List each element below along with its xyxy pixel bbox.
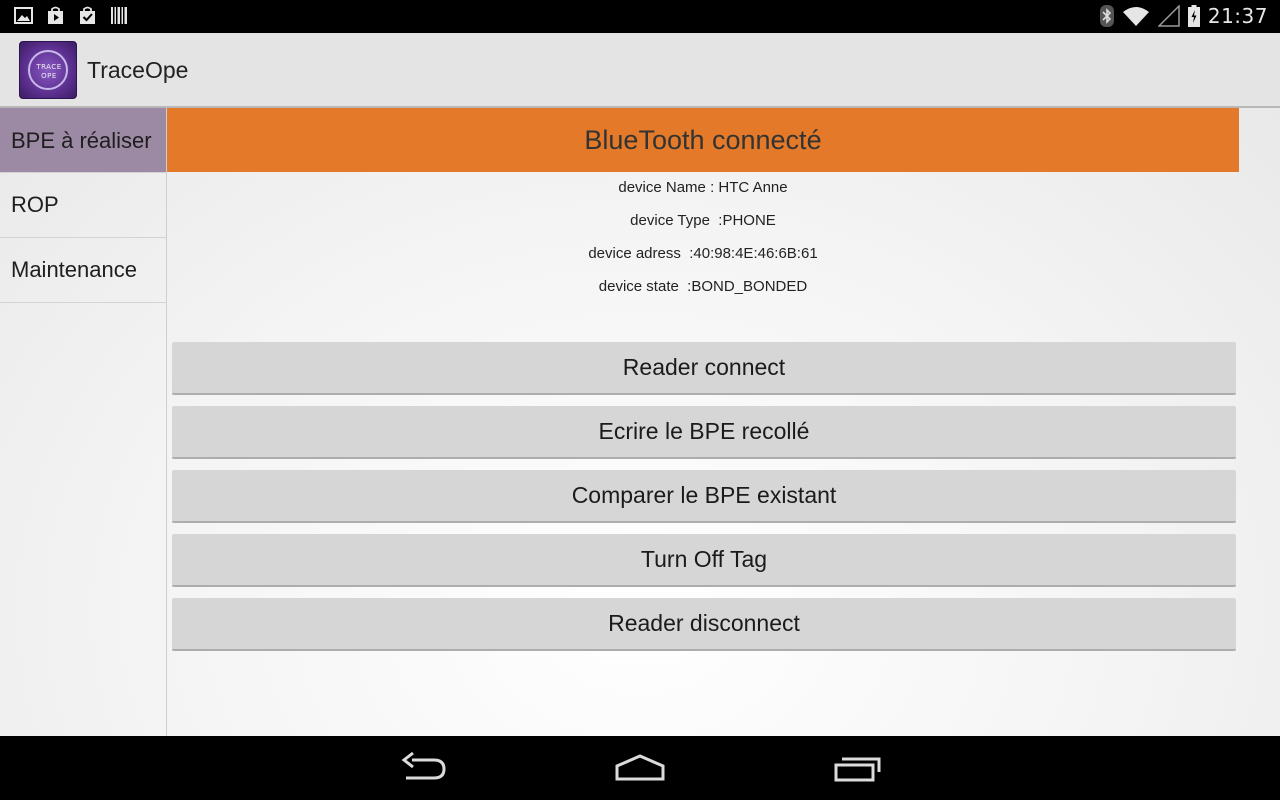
- notification-icons: [14, 6, 129, 25]
- sidebar-item-label: Maintenance: [11, 257, 137, 282]
- device-type-label: device Type: [630, 212, 710, 229]
- device-state-label: device state: [598, 278, 679, 295]
- device-name-line: device Name : HTC Anne: [618, 179, 788, 196]
- device-state-line: device state :BOND_BONDED: [598, 278, 808, 295]
- turn-off-tag-button[interactable]: Turn Off Tag: [172, 534, 1236, 587]
- image-icon: [14, 7, 33, 24]
- reader-disconnect-button[interactable]: Reader disconnect: [172, 598, 1236, 651]
- device-address-label: device adress: [588, 245, 681, 262]
- bluetooth-status-header: BlueTooth connecté: [167, 108, 1239, 172]
- action-bar: TRACE OPE TraceOpe: [0, 33, 1280, 108]
- device-type-line: device Type :PHONE: [630, 212, 776, 229]
- wifi-icon: [1122, 7, 1149, 26]
- status-bar: 21:37: [0, 0, 1280, 33]
- device-address-line: device adress :40:98:4E:46:6B:61: [588, 245, 818, 262]
- compare-bpe-button[interactable]: Comparer le BPE existant: [172, 470, 1236, 523]
- device-name-label: device Name: [618, 179, 706, 196]
- sidebar-item-label: ROP: [11, 192, 59, 217]
- device-address-value: 40:98:4E:46:6B:61: [693, 245, 818, 262]
- device-state-value: BOND_BONDED: [691, 278, 808, 295]
- content-area: BPE à réaliser ROP Maintenance BlueTooth…: [0, 108, 1280, 736]
- status-time: 21:37: [1207, 4, 1268, 28]
- sidebar-item-bpe-a-realiser[interactable]: BPE à réaliser: [0, 108, 166, 173]
- write-bpe-button[interactable]: Ecrire le BPE recollé: [172, 406, 1236, 459]
- play-store-icon: [48, 6, 63, 24]
- sidebar-item-maintenance[interactable]: Maintenance: [0, 238, 166, 303]
- sidebar-item-rop[interactable]: ROP: [0, 173, 166, 238]
- device-type-value: PHONE: [722, 212, 776, 229]
- navigation-bar: [0, 736, 1280, 800]
- system-icons: 21:37: [1099, 4, 1268, 28]
- sidebar-item-label: BPE à réaliser: [11, 127, 152, 153]
- bluetooth-status-text: BlueTooth connecté: [584, 124, 822, 155]
- signal-icon: [1157, 5, 1180, 27]
- app-logo-icon[interactable]: TRACE OPE: [19, 41, 77, 99]
- recent-apps-icon[interactable]: [832, 750, 884, 786]
- back-icon[interactable]: [398, 750, 450, 786]
- battery-icon: [1187, 5, 1200, 27]
- task-icon: [80, 6, 95, 24]
- home-icon[interactable]: [612, 750, 668, 786]
- reader-connect-button[interactable]: Reader connect: [172, 342, 1236, 395]
- device-name-value: HTC Anne: [718, 179, 788, 196]
- sidebar: BPE à réaliser ROP Maintenance: [0, 108, 167, 736]
- bluetooth-icon: [1099, 5, 1114, 27]
- app-title: TraceOpe: [87, 57, 189, 83]
- barcode-icon: [111, 7, 127, 24]
